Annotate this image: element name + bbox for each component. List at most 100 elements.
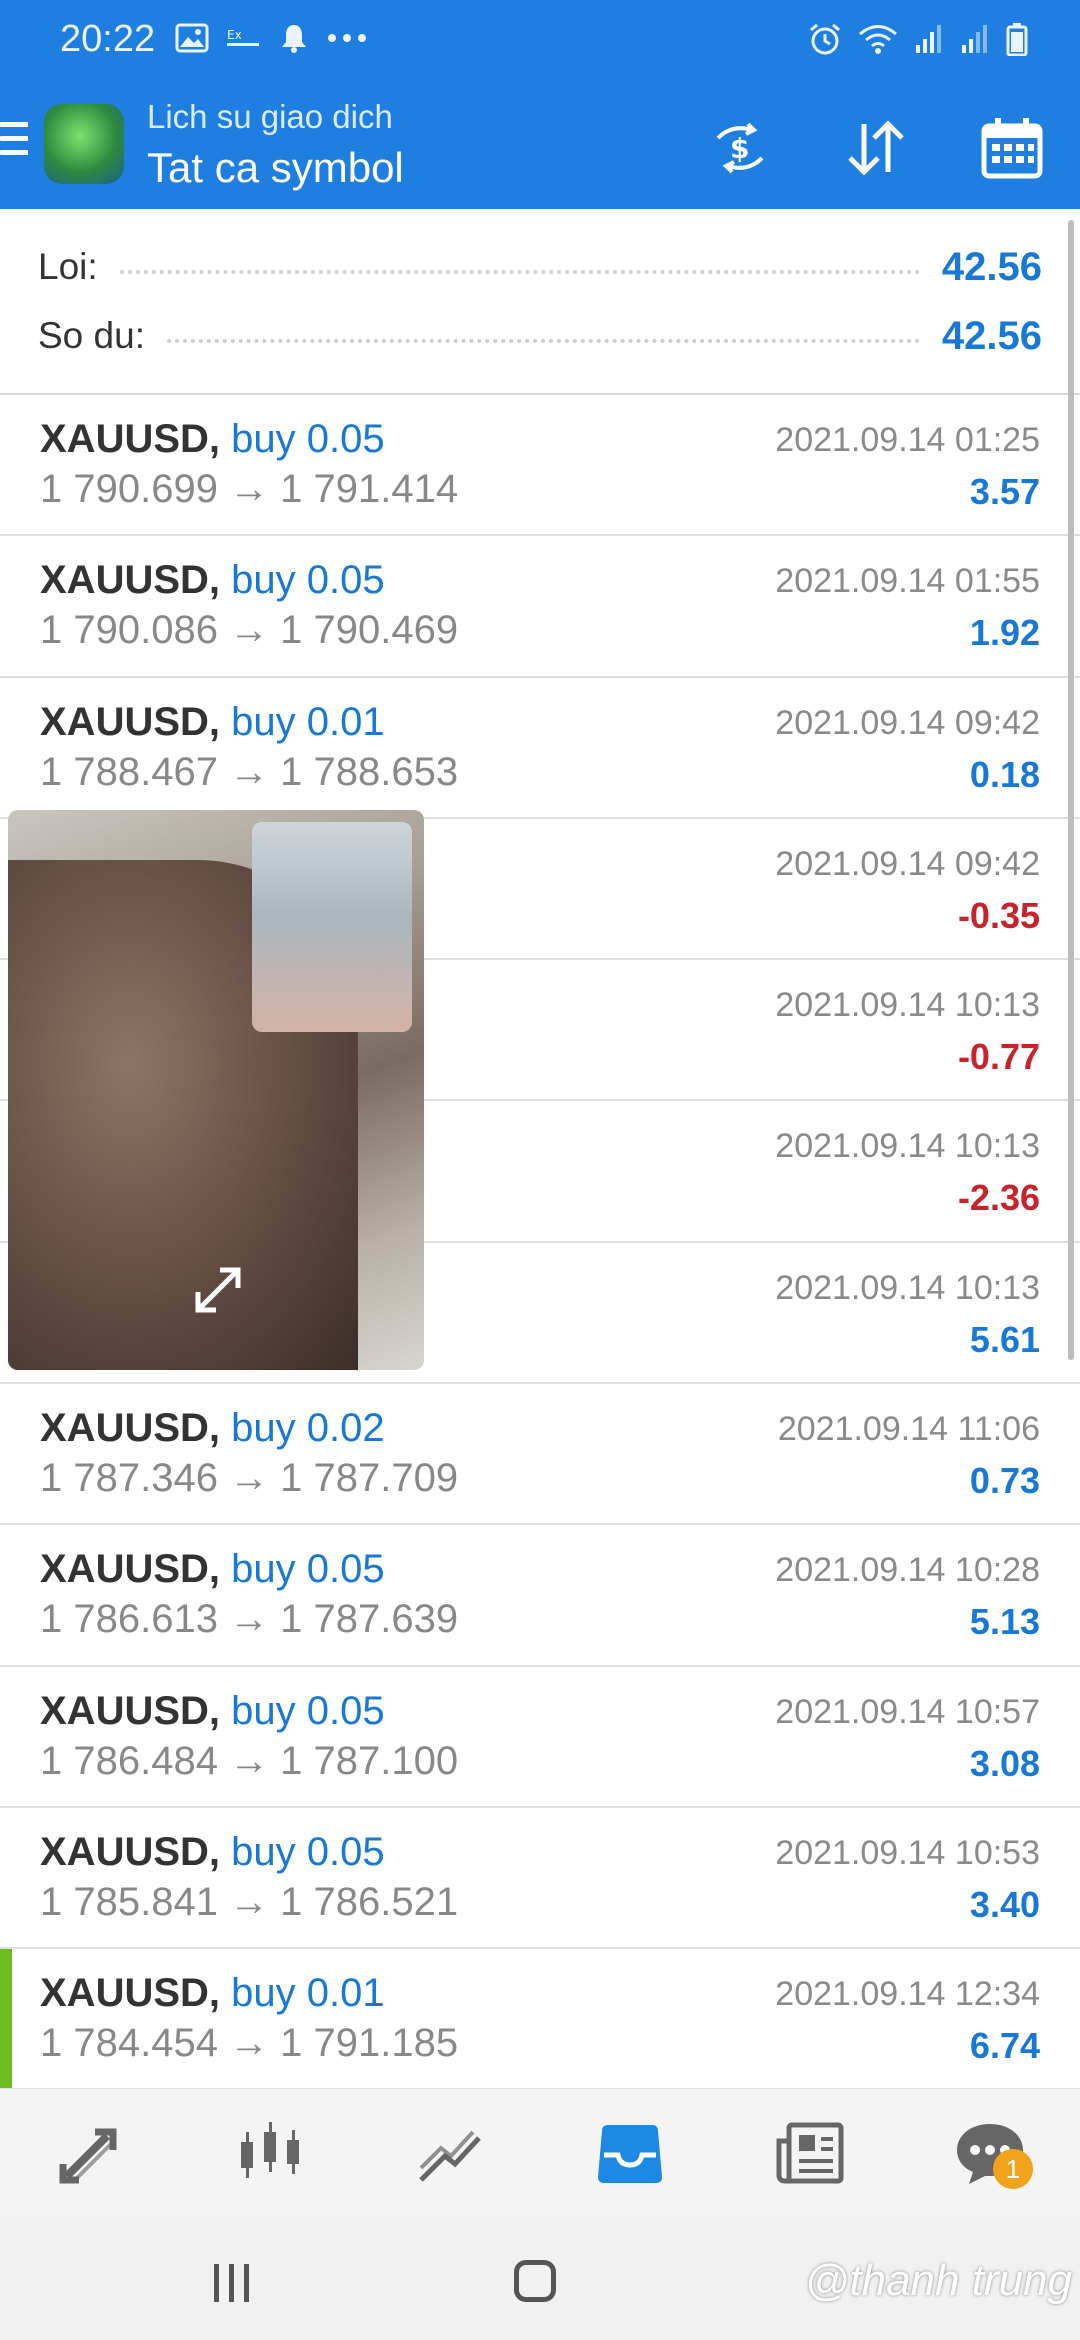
status-icons-right: [808, 22, 1028, 56]
recent-apps-icon[interactable]: [212, 2262, 252, 2304]
deal-symbol: XAUUSD: [40, 699, 209, 744]
more-dots-icon: [328, 34, 366, 42]
deal-prices: 1 790.086 → 1 790.469: [40, 608, 459, 653]
deal-profit: -0.77: [957, 1036, 1040, 1078]
deal-row[interactable]: XAUUSD, buy 0.05 1 786.484 → 1 787.100 202…: [0, 1666, 1080, 1808]
deal-side: buy 0.01: [231, 699, 385, 744]
deal-symbol: XAUUSD: [40, 1829, 209, 1874]
deal-title: XAUUSD, buy 0.02: [40, 1406, 385, 1451]
deal-profit: -2.36: [957, 1177, 1040, 1219]
deal-time: 2021.09.14 09:42: [775, 703, 1040, 742]
deal-time: 2021.09.14 10:28: [775, 1551, 1040, 1590]
deal-symbol: XAUUSD: [40, 1688, 209, 1733]
deal-profit: 0.73: [969, 1460, 1040, 1502]
deal-time: 2021.09.14 01:25: [775, 421, 1040, 459]
deal-row[interactable]: XAUUSD, buy 0.01 1 788.467 → 1 788.653 202…: [0, 677, 1080, 819]
calendar-icon: [981, 118, 1043, 179]
deal-prices: 1 786.484 → 1 787.100: [40, 1738, 459, 1783]
deal-side: buy 0.02: [231, 1406, 385, 1451]
wifi-icon: [859, 25, 897, 54]
deal-time: 2021.09.14 01:55: [775, 562, 1040, 601]
dotted-leader: [119, 260, 920, 274]
deal-title: XAUUSD, buy 0.05: [40, 417, 385, 461]
deal-title: XAUUSD, buy 0.05: [40, 1547, 385, 1592]
deal-prices: 1 785.841 → 1 786.521: [40, 1879, 459, 1924]
home-button[interactable]: [514, 2260, 556, 2302]
nav-chart[interactable]: [180, 2089, 360, 2216]
deal-symbol: XAUUSD: [40, 1406, 209, 1451]
deal-side: buy 0.05: [231, 417, 385, 461]
quotes-icon: [59, 2128, 117, 2183]
system-nav-bar: @thanh trung: [0, 2216, 1080, 2340]
notification-bell-icon: [282, 25, 306, 53]
alarm-icon: [810, 23, 840, 55]
deposit-button[interactable]: $: [700, 108, 780, 188]
video-call-overlay[interactable]: [8, 810, 424, 1370]
deal-title: XAUUSD, buy 0.05: [40, 558, 385, 603]
deal-prices: 1 788.467 → 1 788.653: [40, 749, 459, 794]
balance-value: 42.56: [941, 313, 1042, 358]
menu-icon[interactable]: [0, 122, 28, 162]
deal-time: 2021.09.14 10:57: [775, 1692, 1040, 1731]
deal-symbol: XAUUSD: [40, 1971, 209, 2016]
deal-row[interactable]: XAUUSD, buy 0.05 1 785.841 → 1 786.521 202…: [0, 1807, 1080, 1950]
nav-history[interactable]: [540, 2089, 720, 2216]
profit-value: 42.56: [941, 244, 1042, 289]
deal-row[interactable]: XAUUSD, buy 0.05 1 790.086 → 1 790.469 202…: [0, 536, 1080, 678]
scrollbar[interactable]: [1068, 220, 1074, 1360]
toolbar: Lich su giao dich Tat ca symbol $: [0, 84, 1080, 209]
status-time: 20:22: [60, 18, 156, 60]
sort-button[interactable]: [836, 108, 916, 188]
bottom-nav: 1: [0, 2088, 1080, 2216]
nav-trade[interactable]: [360, 2089, 540, 2216]
deal-title: XAUUSD, buy 0.05: [40, 1688, 385, 1733]
toolbar-title[interactable]: Tat ca symbol: [147, 144, 404, 192]
balance-row: So du: 42.56: [38, 306, 1042, 366]
deal-side: buy 0.05: [231, 1547, 385, 1592]
deposit-icon: $: [716, 122, 764, 174]
deal-profit: 5.13: [969, 1601, 1040, 1643]
nav-quotes[interactable]: [0, 2089, 180, 2216]
profit-label: Loi:: [38, 246, 98, 287]
calendar-button[interactable]: [972, 108, 1052, 188]
deal-row[interactable]: XAUUSD, buy 0.02 1 787.346 → 1 787.709 202…: [0, 1384, 1080, 1526]
news-icon: [776, 2122, 844, 2183]
deal-prices: 1 786.613 → 1 787.639: [40, 1597, 459, 1642]
deal-profit: 3.57: [969, 471, 1040, 512]
toolbar-subtitle: Lich su giao dich: [147, 98, 393, 135]
signal-icon: [962, 25, 987, 53]
deal-title: XAUUSD, buy 0.01: [40, 1971, 385, 2016]
deal-row[interactable]: XAUUSD, buy 0.01 1 784.454 → 1 791.185 202…: [0, 1949, 1080, 2091]
svg-text:$: $: [730, 132, 749, 165]
deal-row[interactable]: XAUUSD, buy 0.05 1 786.613 → 1 787.639 202…: [0, 1525, 1080, 1667]
nav-news[interactable]: [720, 2089, 900, 2216]
svg-text:Ex: Ex: [227, 28, 242, 42]
battery-icon: [1006, 23, 1028, 56]
deal-side: buy 0.05: [231, 1688, 385, 1733]
dotted-leader: [166, 329, 920, 343]
status-bar: 20:22 Ex: [0, 0, 1080, 84]
self-video-pip[interactable]: [252, 822, 412, 1032]
chart-icon: [241, 2121, 299, 2178]
expand-icon[interactable]: [188, 1260, 248, 1320]
watermark: @thanh trung: [804, 2256, 1072, 2305]
signal-icon: [916, 25, 941, 53]
summary-panel: Loi: 42.56 So du: 42.56: [0, 209, 1080, 395]
nav-chat[interactable]: 1: [900, 2089, 1080, 2216]
deal-row[interactable]: XAUUSD, buy 0.05 1 790.699 → 1 791.414 202…: [0, 395, 1080, 537]
deal-prices: 1 787.346 → 1 787.709: [40, 1456, 459, 1501]
app-logo: [44, 104, 124, 184]
deal-prices: 1 790.699 → 1 791.414: [40, 467, 459, 511]
deal-symbol: XAUUSD: [40, 1547, 209, 1592]
deal-time: 2021.09.14 10:53: [775, 1833, 1040, 1872]
deal-profit: 6.74: [969, 2025, 1040, 2067]
deal-symbol: XAUUSD: [40, 558, 209, 603]
deal-time: 2021.09.14 12:34: [775, 1975, 1040, 2014]
gallery-icon: [175, 23, 209, 53]
deal-time: 2021.09.14 09:42: [775, 844, 1040, 883]
deal-profit: 1.92: [969, 612, 1040, 654]
deal-time: 2021.09.14 10:13: [775, 1268, 1040, 1307]
deal-side: buy 0.05: [231, 1829, 385, 1874]
history-icon: [598, 2124, 662, 2183]
balance-label: So du:: [38, 315, 145, 356]
